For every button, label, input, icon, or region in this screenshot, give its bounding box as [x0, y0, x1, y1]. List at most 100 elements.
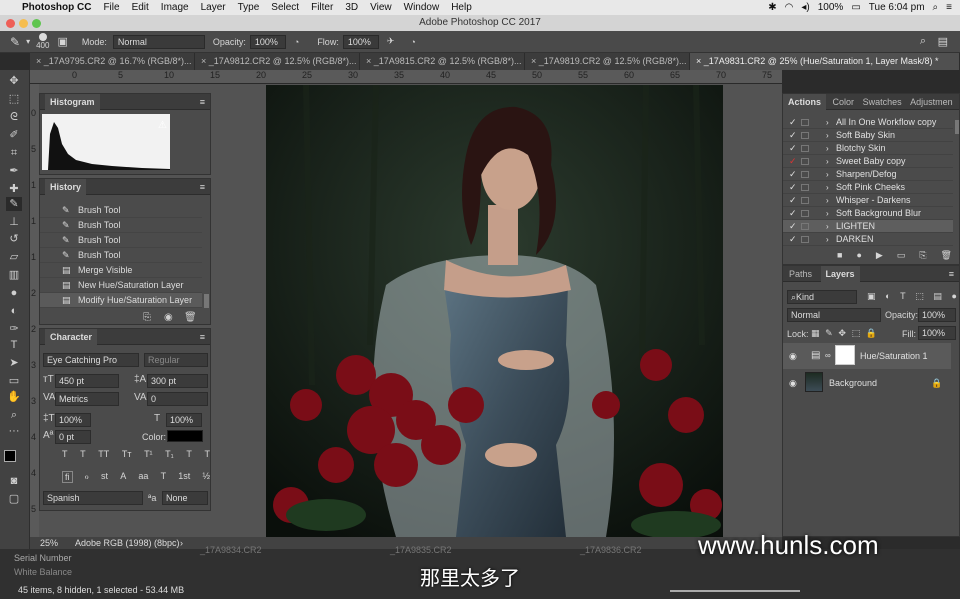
dodge-tool-icon[interactable]: ◐	[6, 304, 22, 318]
stylistic-alternates-button[interactable]: aa	[138, 471, 148, 483]
bluetooth-icon[interactable]: ✱	[768, 2, 776, 13]
pressure-size-icon[interactable]: ◔	[410, 37, 415, 47]
menu-edit[interactable]: Edit	[132, 2, 149, 13]
tab-histogram[interactable]: Histogram	[45, 94, 100, 110]
check-icon[interactable]: ✓	[789, 168, 797, 181]
screen-mode-icon[interactable]: ▢	[6, 492, 22, 506]
history-item[interactable]: ✎ Brush Tool	[40, 203, 202, 218]
close-window-icon[interactable]	[6, 19, 15, 28]
lock-icon[interactable]: 🔒	[931, 378, 942, 389]
tab-doc-5[interactable]: × _17A9831.CR2 @ 25% (Hue/Saturation 1, …	[690, 53, 960, 70]
action-set[interactable]: ✓ › Whisper - Darkens	[783, 194, 953, 207]
minimize-window-icon[interactable]	[19, 19, 28, 28]
expand-arrow-icon[interactable]: ›	[826, 233, 829, 246]
dialog-toggle[interactable]	[801, 171, 809, 178]
mode-select[interactable]: Normal	[112, 34, 205, 49]
document-canvas[interactable]	[266, 85, 723, 537]
leading-input[interactable]: 300 pt	[147, 374, 208, 388]
expand-arrow-icon[interactable]: ›	[826, 220, 829, 233]
quick-select-tool-icon[interactable]: ✐	[6, 128, 22, 142]
play-icon[interactable]: ▶	[876, 250, 883, 261]
move-tool-icon[interactable]: ✥	[6, 74, 22, 88]
blur-tool-icon[interactable]: ●	[6, 286, 22, 300]
lock-image-icon[interactable]: ✎	[825, 328, 833, 339]
zoom-window-icon[interactable]	[32, 19, 41, 28]
text-color-swatch[interactable]	[167, 430, 203, 442]
panel-menu-icon[interactable]: ≡	[200, 179, 205, 195]
filter-toggle-icon[interactable]: ●	[952, 291, 957, 302]
action-set[interactable]: ✓ › Sharpen/Defog	[783, 168, 953, 181]
tab-adjustments[interactable]: Adjustmen	[910, 97, 953, 107]
pen-tool-icon[interactable]: ✑	[6, 322, 22, 336]
marquee-tool-icon[interactable]: ⬚	[6, 92, 22, 106]
layer-row-hue-saturation[interactable]: ◉ ▤ ∞ Hue/Saturation 1	[783, 343, 951, 369]
filter-shape-icon[interactable]: ⬚	[915, 291, 924, 302]
dialog-toggle[interactable]	[801, 236, 809, 243]
superscript-button[interactable]: T¹	[144, 449, 153, 459]
history-brush-tool-icon[interactable]: ↺	[6, 232, 22, 246]
document-profile[interactable]: Adobe RGB (1998) (8bpc)	[75, 537, 180, 549]
check-icon[interactable]: ✓	[789, 207, 797, 220]
expand-arrow-icon[interactable]: ›	[826, 142, 829, 155]
dialog-toggle[interactable]	[801, 210, 809, 217]
lock-all-icon[interactable]: 🔒	[866, 328, 877, 339]
check-icon[interactable]: ✓	[789, 233, 797, 246]
menu-file[interactable]: File	[103, 2, 119, 13]
link-chain-icon[interactable]: ∞	[825, 351, 831, 360]
layer-name[interactable]: Background	[829, 378, 877, 388]
lasso-tool-icon[interactable]: ᘓ	[6, 110, 22, 124]
filter-type-icon[interactable]: T	[900, 291, 906, 302]
baseline-shift-input[interactable]: 0 pt	[55, 430, 91, 444]
menu-app-name[interactable]: Photoshop CC	[22, 2, 91, 13]
lock-transparent-icon[interactable]: ▦	[811, 328, 820, 339]
history-item[interactable]: ▤ Merge Visible	[40, 263, 202, 278]
status-expand-icon[interactable]: ›	[180, 537, 183, 549]
zoom-level[interactable]: 25%	[40, 537, 58, 549]
more-tools-icon[interactable]: ···	[6, 424, 22, 438]
contextual-alternates-button[interactable]: ℴ	[85, 471, 89, 483]
menu-layer[interactable]: Layer	[201, 2, 226, 13]
tab-color[interactable]: Color	[833, 97, 855, 107]
history-scrollbar[interactable]	[204, 294, 209, 308]
shape-tool-icon[interactable]: ▭	[6, 374, 22, 388]
history-item-selected[interactable]: ▤ Modify Hue/Saturation Layer	[40, 293, 202, 308]
tab-doc-2[interactable]: × _17A9812.CR2 @ 12.5% (RGB/8*)...	[195, 53, 360, 70]
vertical-scale-input[interactable]: 100%	[55, 413, 91, 427]
dialog-toggle[interactable]	[801, 119, 809, 126]
layer-mask-thumbnail[interactable]	[835, 345, 855, 365]
dialog-toggle[interactable]	[801, 197, 809, 204]
record-icon[interactable]: ●	[856, 250, 861, 261]
check-icon[interactable]: ✓	[789, 155, 797, 168]
clock[interactable]: Tue 6:04 pm	[869, 2, 925, 13]
layer-row-background[interactable]: ◉ Background 🔒	[783, 370, 951, 396]
check-icon[interactable]: ✓	[789, 116, 797, 129]
expand-arrow-icon[interactable]: ›	[826, 129, 829, 142]
layer-name[interactable]: Hue/Saturation 1	[860, 351, 928, 361]
anti-alias-select[interactable]: None	[162, 491, 208, 505]
airbrush-icon[interactable]: ✈	[387, 36, 395, 47]
history-item[interactable]: ▤ New Hue/Saturation Layer	[40, 278, 202, 293]
action-set[interactable]: ✓ › DARKEN	[783, 233, 953, 246]
panel-menu-icon[interactable]: ≡	[200, 329, 205, 345]
brush-preset-picker[interactable]: 400	[36, 33, 49, 50]
dialog-toggle[interactable]	[801, 145, 809, 152]
font-family-select[interactable]: Eye Catching Pro	[43, 353, 139, 367]
menu-view[interactable]: View	[370, 2, 392, 13]
expand-arrow-icon[interactable]: ›	[826, 207, 829, 220]
menu-help[interactable]: Help	[451, 2, 472, 13]
action-set[interactable]: ✓ › All In One Workflow copy	[783, 116, 953, 129]
lock-position-icon[interactable]: ✥	[838, 328, 846, 339]
dialog-toggle[interactable]	[801, 158, 809, 165]
tab-doc-4[interactable]: × _17A9819.CR2 @ 12.5% (RGB/8*)...	[525, 53, 690, 70]
ruler-horizontal[interactable]: 0 5 10 15 20 25 30 35 40 45 50 55 60 65 …	[30, 70, 782, 84]
expand-arrow-icon[interactable]: ›	[826, 181, 829, 194]
search-icon[interactable]: ⌕	[920, 35, 926, 48]
hand-tool-icon[interactable]: ✋	[6, 390, 22, 404]
check-icon[interactable]: ✓	[789, 194, 797, 207]
menu-list-icon[interactable]: ≡	[946, 2, 952, 13]
dialog-toggle[interactable]	[801, 132, 809, 139]
brush-panel-icon[interactable]: ▣	[57, 35, 67, 48]
workspace-icon[interactable]: ▤	[938, 35, 948, 48]
menu-3d[interactable]: 3D	[345, 2, 358, 13]
snapshot-camera-icon[interactable]: ◉	[164, 313, 173, 323]
